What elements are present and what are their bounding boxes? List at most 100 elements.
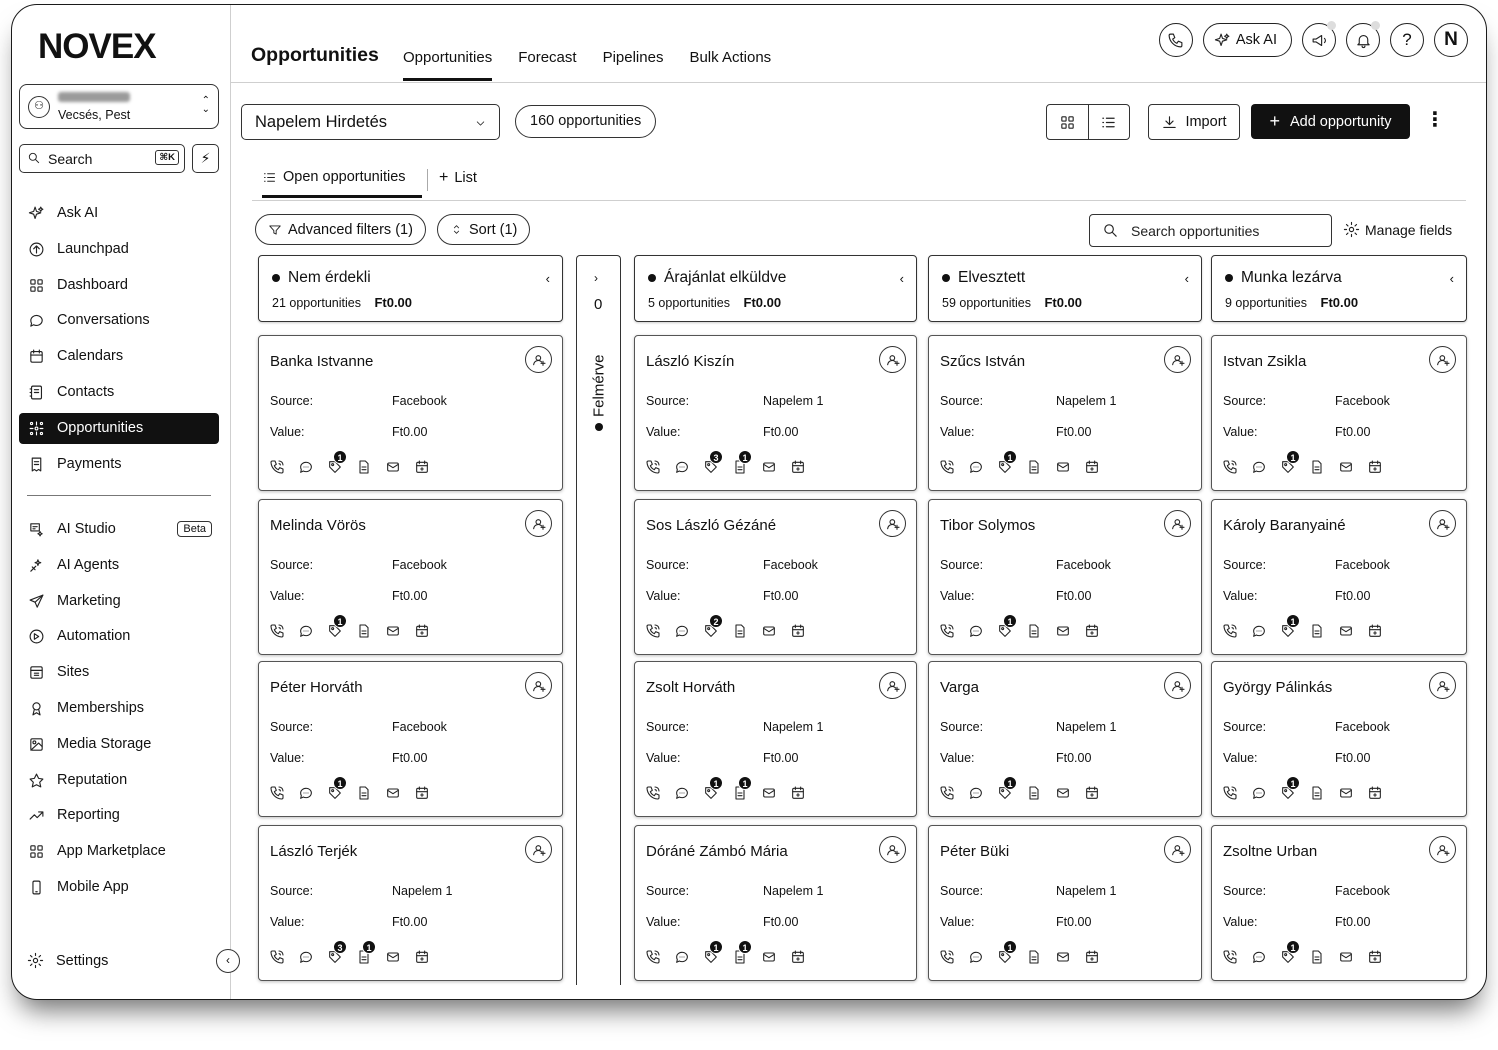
sidebar-item-conversations[interactable]: Conversations <box>19 305 219 336</box>
list-view-button[interactable] <box>1089 105 1130 139</box>
sidebar-item-contacts[interactable]: Contacts <box>19 377 219 408</box>
tab-bulk-actions[interactable]: Bulk Actions <box>689 49 771 81</box>
message-action[interactable] <box>674 459 703 475</box>
document-action[interactable] <box>356 623 385 639</box>
opportunity-card[interactable]: László Kiszín Source: Napelem 1 Value: F… <box>634 335 917 491</box>
message-action[interactable] <box>674 949 703 965</box>
assign-user-button[interactable] <box>1164 346 1191 373</box>
calendar-add-action[interactable] <box>414 623 443 639</box>
opportunity-card[interactable]: Péter Horváth Source: Facebook Value: Ft… <box>258 661 563 817</box>
call-action[interactable] <box>645 949 674 965</box>
mail-action[interactable] <box>1055 623 1084 639</box>
document-action[interactable] <box>1309 459 1338 475</box>
message-action[interactable] <box>1251 623 1280 639</box>
opportunity-card[interactable]: György Pálinkás Source: Facebook Value: … <box>1211 661 1467 817</box>
import-button[interactable]: Import <box>1148 104 1240 140</box>
chevron-left-icon[interactable]: ‹ <box>1450 271 1454 286</box>
location-switcher[interactable]: ⚇ Vecsés, Pest ⌃ ⌄ <box>19 84 219 129</box>
tag-action[interactable]: 1 <box>1280 614 1309 639</box>
message-action[interactable] <box>298 623 327 639</box>
mail-action[interactable] <box>761 785 790 801</box>
message-action[interactable] <box>1251 459 1280 475</box>
call-action[interactable] <box>269 949 298 965</box>
call-action[interactable] <box>645 623 674 639</box>
call-action[interactable] <box>939 949 968 965</box>
sidebar-item-app-marketplace[interactable]: App Marketplace <box>19 836 219 867</box>
message-action[interactable] <box>968 785 997 801</box>
sidebar-item-launchpad[interactable]: Launchpad <box>19 234 219 265</box>
mail-action[interactable] <box>1338 459 1367 475</box>
mail-action[interactable] <box>761 459 790 475</box>
sidebar-item-sites[interactable]: Sites <box>19 657 219 688</box>
call-action[interactable] <box>645 459 674 475</box>
chevron-left-icon[interactable]: ‹ <box>1185 271 1189 286</box>
chevron-left-icon[interactable]: ‹ <box>900 271 904 286</box>
document-action[interactable] <box>1309 949 1338 965</box>
phone-button[interactable] <box>1158 23 1193 57</box>
mail-action[interactable] <box>1055 459 1084 475</box>
calendar-add-action[interactable] <box>1084 949 1113 965</box>
tag-action[interactable]: 2 <box>703 614 732 639</box>
pipeline-select[interactable]: Napelem Hirdetés <box>241 104 500 140</box>
opportunity-card[interactable]: Zsolt Horváth Source: Napelem 1 Value: F… <box>634 661 917 817</box>
message-action[interactable] <box>968 949 997 965</box>
message-action[interactable] <box>298 459 327 475</box>
mail-action[interactable] <box>761 623 790 639</box>
call-action[interactable] <box>645 785 674 801</box>
mail-action[interactable] <box>1338 785 1367 801</box>
message-action[interactable] <box>674 785 703 801</box>
tag-action[interactable]: 1 <box>997 940 1026 965</box>
add-opportunity-button[interactable]: + Add opportunity <box>1251 104 1410 139</box>
more-options-icon[interactable]: ⋮ <box>1425 110 1445 130</box>
assign-user-button[interactable] <box>525 836 552 863</box>
document-action[interactable] <box>1026 623 1055 639</box>
tag-action[interactable]: 1 <box>997 450 1026 475</box>
tag-action[interactable]: 1 <box>1280 940 1309 965</box>
opportunity-card[interactable]: László Terjék Source: Napelem 1 Value: F… <box>258 825 563 981</box>
assign-user-button[interactable] <box>879 836 906 863</box>
stage-column-collapsed[interactable]: › 0 Felmérve <box>576 255 621 985</box>
chevron-right-icon[interactable]: › <box>594 271 598 285</box>
tab-opportunities[interactable]: Opportunities <box>403 49 493 81</box>
assign-user-button[interactable] <box>525 672 552 699</box>
assign-user-button[interactable] <box>1429 672 1456 699</box>
opportunity-card[interactable]: Banka Istvanne Source: Facebook Value: F… <box>258 335 563 491</box>
assign-user-button[interactable] <box>525 510 552 537</box>
sidebar-item-media-storage[interactable]: Media Storage <box>19 729 219 760</box>
tag-action[interactable]: 1 <box>997 776 1026 801</box>
opportunity-card[interactable]: Károly Baranyainé Source: Facebook Value… <box>1211 499 1467 655</box>
sidebar-item-opportunities[interactable]: Opportunities <box>19 412 219 444</box>
opportunity-card[interactable]: Dóráné Zámbó Mária Source: Napelem 1 Val… <box>634 825 917 981</box>
call-action[interactable] <box>939 785 968 801</box>
quick-action-bolt-icon[interactable]: ⚡ <box>192 144 219 173</box>
message-action[interactable] <box>1251 785 1280 801</box>
message-action[interactable] <box>968 623 997 639</box>
sidebar-item-ai-studio[interactable]: AI Studio Beta <box>19 514 219 545</box>
user-avatar[interactable]: N <box>1434 23 1468 57</box>
opportunity-card[interactable]: Melinda Vörös Source: Facebook Value: Ft… <box>258 499 563 655</box>
sort-button[interactable]: Sort (1) <box>437 214 531 245</box>
call-action[interactable] <box>1222 785 1251 801</box>
call-action[interactable] <box>1222 459 1251 475</box>
sidebar-item-calendars[interactable]: Calendars <box>19 341 219 372</box>
calendar-add-action[interactable] <box>1367 459 1396 475</box>
document-action[interactable] <box>1309 785 1338 801</box>
call-action[interactable] <box>1222 949 1251 965</box>
calendar-add-action[interactable] <box>1084 785 1113 801</box>
assign-user-button[interactable] <box>1429 510 1456 537</box>
help-button[interactable]: ? <box>1390 23 1424 57</box>
calendar-add-action[interactable] <box>414 785 443 801</box>
tab-forecast[interactable]: Forecast <box>518 49 576 81</box>
opportunity-card[interactable]: Péter Büki Source: Napelem 1 Value: Ft0.… <box>928 825 1202 981</box>
assign-user-button[interactable] <box>879 510 906 537</box>
opportunity-card[interactable]: Sos László Gézáné Source: Facebook Value… <box>634 499 917 655</box>
mail-action[interactable] <box>385 459 414 475</box>
assign-user-button[interactable] <box>1429 346 1456 373</box>
search-opportunities-input[interactable]: Search opportunities <box>1089 214 1332 247</box>
ask-ai-button[interactable]: Ask AI <box>1202 23 1292 57</box>
document-action[interactable] <box>1026 785 1055 801</box>
sidebar-item-mobile-app[interactable]: Mobile App <box>19 872 219 903</box>
opportunity-card[interactable]: Istvan Zsikla Source: Facebook Value: Ft… <box>1211 335 1467 491</box>
subtab-add-list[interactable]: + List <box>439 169 477 187</box>
manage-fields-button[interactable]: Manage fields <box>1343 221 1452 238</box>
